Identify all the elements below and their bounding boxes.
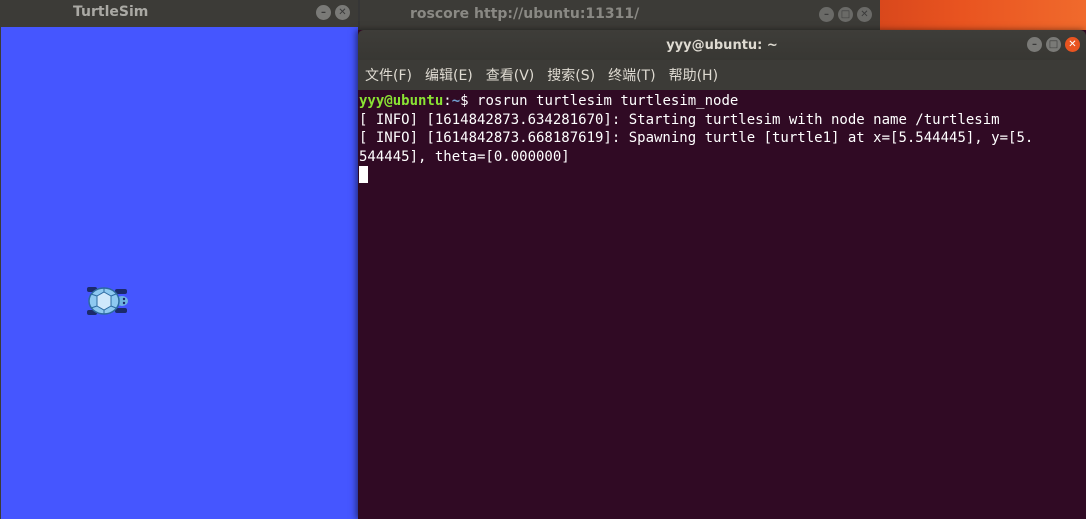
roscore-window-controls: – □ ✕ — [819, 7, 872, 22]
minimize-icon[interactable]: – — [1027, 37, 1042, 52]
menu-terminal[interactable]: 终端(T) — [601, 65, 661, 85]
menu-view[interactable]: 查看(V) — [479, 65, 541, 85]
close-icon[interactable]: ✕ — [857, 7, 872, 22]
terminal-titlebar[interactable]: yyy@ubuntu: ~ – □ ✕ — [358, 30, 1086, 60]
output-line: [ INFO] [1614842873.634281670]: Starting… — [359, 111, 1000, 128]
menu-edit[interactable]: 编辑(E) — [418, 65, 479, 85]
turtlesim-titlebar[interactable]: TurtleSim – ✕ — [0, 0, 358, 26]
terminal-window-title: yyy@ubuntu: ~ — [666, 37, 778, 53]
terminal-menubar: 文件(F) 编辑(E) 查看(V) 搜索(S) 终端(T) 帮助(H) — [358, 60, 1086, 90]
close-icon[interactable]: ✕ — [335, 5, 350, 20]
turtle-icon — [87, 287, 128, 315]
roscore-window[interactable]: roscore http://ubuntu:11311/ – □ ✕ — [360, 0, 880, 30]
text-cursor — [359, 166, 368, 183]
prompt-symbol: $ — [460, 93, 478, 109]
minimize-icon[interactable]: – — [316, 5, 331, 20]
terminal-window[interactable]: yyy@ubuntu: ~ – □ ✕ 文件(F) 编辑(E) 查看(V) 搜索… — [358, 30, 1086, 519]
prompt-line: yyy@ubuntu:~$ rosrun turtlesim turtlesim… — [359, 92, 1086, 111]
maximize-icon[interactable]: □ — [1046, 37, 1061, 52]
output-line: 544445], theta=[0.000000] — [359, 148, 570, 165]
wallpaper — [880, 0, 1086, 30]
command-text: rosrun turtlesim turtlesim_node — [477, 93, 739, 109]
menu-help[interactable]: 帮助(H) — [662, 65, 724, 85]
menu-file[interactable]: 文件(F) — [358, 65, 418, 85]
output-line: [ INFO] [1614842873.668187619]: Spawning… — [359, 130, 1034, 146]
roscore-titlebar[interactable]: roscore http://ubuntu:11311/ – □ ✕ — [360, 0, 880, 30]
minimize-icon[interactable]: – — [819, 7, 834, 22]
prompt-path: ~ — [451, 93, 461, 109]
turtlesim-window-controls: – ✕ — [316, 5, 350, 20]
prompt-user: yyy@ubuntu — [359, 93, 444, 109]
maximize-icon[interactable]: □ — [838, 7, 853, 22]
menu-search[interactable]: 搜索(S) — [540, 65, 601, 85]
turtlesim-canvas[interactable] — [1, 27, 358, 519]
close-icon[interactable]: ✕ — [1065, 37, 1080, 52]
roscore-window-title: roscore http://ubuntu:11311/ — [410, 6, 640, 22]
turtlesim-window-title: TurtleSim — [73, 4, 149, 20]
prompt-separator: : — [443, 93, 452, 109]
cursor-line — [359, 166, 1086, 185]
terminal-window-controls: – □ ✕ — [1027, 37, 1080, 52]
turtlesim-window[interactable]: TurtleSim – ✕ — [0, 0, 358, 519]
terminal-output[interactable]: yyy@ubuntu:~$ rosrun turtlesim turtlesim… — [359, 92, 1086, 519]
